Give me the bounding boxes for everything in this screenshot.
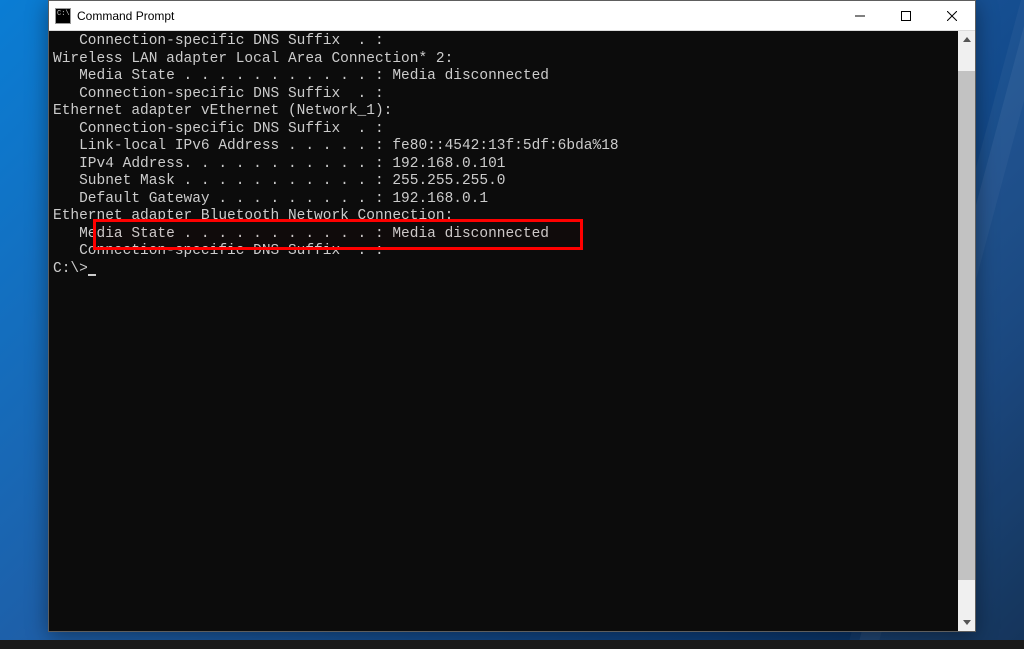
titlebar-buttons (837, 1, 975, 30)
scroll-up-button[interactable] (958, 31, 975, 48)
console-area[interactable]: Connection-specific DNS Suffix . :Wirele… (49, 31, 975, 631)
scroll-down-button[interactable] (958, 614, 975, 631)
console-line: Connection-specific DNS Suffix . : (53, 121, 958, 139)
scrollbar[interactable] (958, 31, 975, 631)
console-line: Default Gateway . . . . . . . . . : 192.… (53, 191, 958, 209)
console-output: Connection-specific DNS Suffix . :Wirele… (49, 31, 958, 631)
console-line: C:\> (53, 261, 958, 279)
titlebar[interactable]: Command Prompt (49, 1, 975, 31)
console-line: Connection-specific DNS Suffix . : (53, 33, 958, 51)
console-line: Ethernet adapter Bluetooth Network Conne… (53, 208, 958, 226)
app-icon (55, 8, 71, 24)
console-line: Media State . . . . . . . . . . . : Medi… (53, 226, 958, 244)
console-line: Wireless LAN adapter Local Area Connecti… (53, 51, 958, 69)
command-prompt-window: Command Prompt Connection-specific DNS S… (48, 0, 976, 632)
minimize-button[interactable] (837, 1, 883, 30)
scroll-track[interactable] (958, 48, 975, 614)
console-line: Media State . . . . . . . . . . . : Medi… (53, 68, 958, 86)
console-line: Connection-specific DNS Suffix . : (53, 243, 958, 261)
console-line: Connection-specific DNS Suffix . : (53, 86, 958, 104)
console-line: Ethernet adapter vEthernet (Network_1): (53, 103, 958, 121)
taskbar[interactable] (0, 640, 1024, 649)
close-button[interactable] (929, 1, 975, 30)
console-line: Subnet Mask . . . . . . . . . . . : 255.… (53, 173, 958, 191)
window-title: Command Prompt (77, 9, 837, 23)
console-line: IPv4 Address. . . . . . . . . . . : 192.… (53, 156, 958, 174)
console-line: Link-local IPv6 Address . . . . . : fe80… (53, 138, 958, 156)
scroll-thumb[interactable] (958, 71, 975, 580)
cursor (88, 274, 96, 276)
maximize-button[interactable] (883, 1, 929, 30)
